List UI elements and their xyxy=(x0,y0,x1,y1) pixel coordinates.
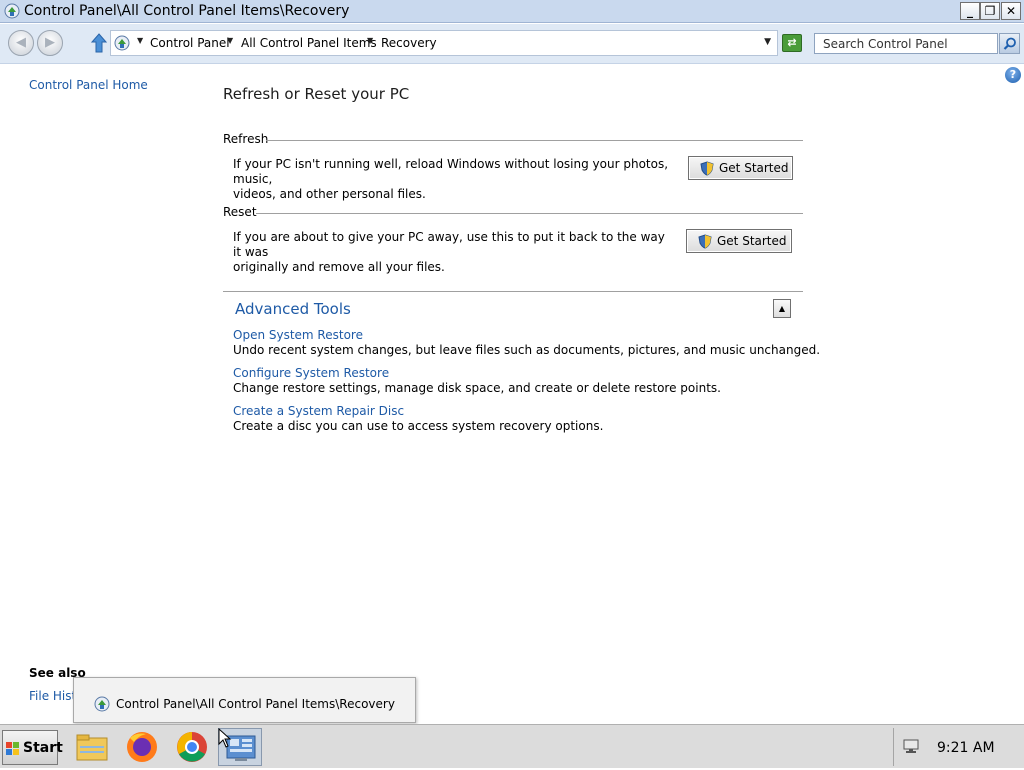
back-arrow-icon: ◀ xyxy=(16,35,26,50)
collapse-button[interactable]: ▲ xyxy=(773,299,791,318)
firefox-icon xyxy=(127,732,157,762)
refresh-heading: Refresh xyxy=(223,132,269,146)
windows-logo-icon xyxy=(6,742,19,755)
divider xyxy=(223,291,803,292)
refresh-description-line: If your PC isn't running well, reload Wi… xyxy=(233,157,669,186)
chevron-down-icon[interactable]: ▼ xyxy=(367,36,373,45)
window-title: Control Panel\All Control Panel Items\Re… xyxy=(24,3,350,19)
file-explorer-icon xyxy=(76,734,108,761)
open-system-restore-link[interactable]: Open System Restore xyxy=(233,328,363,342)
reset-description: If you are about to give your PC away, u… xyxy=(233,230,673,275)
help-icon[interactable]: ? xyxy=(1005,67,1021,83)
history-dropdown-icon[interactable]: ▼ xyxy=(764,37,771,47)
forward-arrow-icon: ▶ xyxy=(45,35,55,50)
control-panel-home-link[interactable]: Control Panel Home xyxy=(29,78,148,92)
refresh-description: If your PC isn't running well, reload Wi… xyxy=(233,157,673,202)
refresh-button[interactable]: ⇄ xyxy=(782,34,802,52)
taskbar-firefox[interactable] xyxy=(120,728,164,766)
taskbar-file-explorer[interactable] xyxy=(70,728,114,766)
network-icon[interactable] xyxy=(902,738,920,754)
start-button[interactable]: Start xyxy=(2,730,63,765)
search-button[interactable] xyxy=(999,33,1020,54)
breadcrumb[interactable]: ▼ Control Panel ▼ All Control Panel Item… xyxy=(110,30,778,56)
start-label: Start xyxy=(23,740,63,756)
button-label: Get Started xyxy=(717,234,787,248)
page-title: Refresh or Reset your PC xyxy=(223,85,410,103)
close-button[interactable]: ✕ xyxy=(1001,2,1021,20)
chevron-down-icon[interactable]: ▼ xyxy=(227,36,233,45)
configure-system-restore-link[interactable]: Configure System Restore xyxy=(233,366,389,380)
create-repair-disc-link[interactable]: Create a System Repair Disc xyxy=(233,404,404,418)
clock[interactable]: 9:21 AM xyxy=(937,740,995,756)
tool-description: Undo recent system changes, but leave fi… xyxy=(233,343,821,357)
chrome-icon xyxy=(177,732,207,762)
address-toolbar: ◀ ▶ ▼ Control Panel ▼ All Control Panel … xyxy=(0,24,1024,64)
advanced-tools-heading: Advanced Tools xyxy=(235,300,351,318)
taskbar-thumbnail-popup[interactable]: Control Panel\All Control Panel Items\Re… xyxy=(73,677,416,723)
up-arrow-icon[interactable] xyxy=(91,33,107,53)
forward-button[interactable]: ▶ xyxy=(37,30,63,56)
reset-get-started-button[interactable]: Get Started xyxy=(686,229,792,253)
minimize-button[interactable]: _ xyxy=(960,2,980,20)
uac-shield-icon xyxy=(700,161,714,176)
taskbar: Start 9:21 AM xyxy=(0,724,1024,768)
control-panel-icon xyxy=(94,696,110,712)
refresh-icon: ⇄ xyxy=(787,36,797,49)
control-panel-icon xyxy=(4,3,20,19)
divider xyxy=(256,213,803,214)
title-bar[interactable]: Control Panel\All Control Panel Items\Re… xyxy=(0,0,1024,23)
taskbar-chrome[interactable] xyxy=(170,728,214,766)
tool-description: Create a disc you can use to access syst… xyxy=(233,419,604,433)
divider xyxy=(266,140,803,141)
breadcrumb-control-panel[interactable]: Control Panel xyxy=(150,36,230,50)
tool-description: Change restore settings, manage disk spa… xyxy=(233,381,721,395)
search-input[interactable]: Search Control Panel xyxy=(814,33,998,54)
button-label: Get Started xyxy=(719,161,789,175)
control-panel-icon xyxy=(114,35,130,51)
refresh-get-started-button[interactable]: Get Started xyxy=(688,156,793,180)
breadcrumb-all-items[interactable]: All Control Panel Items xyxy=(241,36,377,50)
refresh-description-line: videos, and other personal files. xyxy=(233,187,426,201)
thumbnail-title: Control Panel\All Control Panel Items\Re… xyxy=(116,697,395,711)
mouse-cursor-icon xyxy=(218,728,232,748)
chevron-down-icon[interactable]: ▼ xyxy=(137,36,143,45)
system-tray: 9:21 AM xyxy=(893,728,1024,766)
reset-description-line: originally and remove all your files. xyxy=(233,260,445,274)
reset-description-line: If you are about to give your PC away, u… xyxy=(233,230,665,259)
reset-heading: Reset xyxy=(223,205,257,219)
restore-button[interactable]: ❐ xyxy=(980,2,1000,20)
uac-shield-icon xyxy=(698,234,712,249)
back-button[interactable]: ◀ xyxy=(8,30,34,56)
search-icon xyxy=(1003,37,1016,50)
breadcrumb-recovery[interactable]: Recovery xyxy=(381,36,437,50)
